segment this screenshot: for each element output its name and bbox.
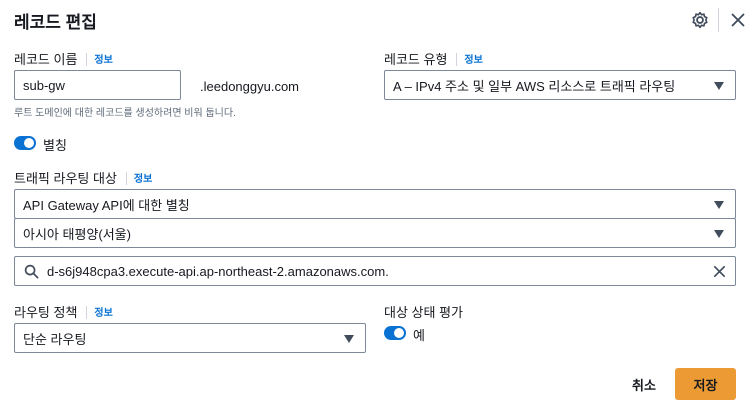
routing-policy-select[interactable]: 단순 라우팅: [14, 323, 366, 353]
traffic-target-label-text: 트래픽 라우팅 대상: [14, 171, 117, 186]
region-select[interactable]: 아시아 태평양(서울): [14, 218, 736, 248]
header-divider: [718, 8, 719, 32]
record-name-label-text: 레코드 이름: [14, 52, 78, 67]
modal-title: 레코드 편집: [14, 13, 97, 32]
save-button[interactable]: 저장: [675, 368, 736, 400]
caret-down-icon: [344, 335, 354, 343]
traffic-target-label: 트래픽 라우팅 대상 정보: [14, 168, 152, 187]
caret-down-icon: [714, 201, 724, 209]
record-type-select[interactable]: A – IPv4 주소 및 일부 AWS 리소스로 트래픽 라우팅: [384, 70, 736, 100]
traffic-target-info-link[interactable]: 정보: [134, 174, 152, 185]
record-name-field[interactable]: [14, 70, 181, 100]
record-name-label: 레코드 이름 정보: [14, 49, 113, 68]
endpoint-input[interactable]: [47, 263, 703, 279]
caret-down-icon: [714, 230, 724, 238]
endpoint-search-field[interactable]: [14, 256, 736, 286]
gear-icon[interactable]: [689, 9, 711, 31]
region-value: 아시아 태평양(서울): [23, 226, 131, 242]
endpoint-type-value: API Gateway API에 대한 별칭: [23, 197, 190, 213]
routing-policy-label: 라우팅 정책 정보: [14, 302, 113, 321]
health-toggle[interactable]: [384, 326, 406, 340]
record-type-value: A – IPv4 주소 및 일부 AWS 리소스로 트래픽 라우팅: [393, 78, 676, 94]
alias-toggle[interactable]: [14, 136, 36, 150]
record-name-hint: 루트 도메인에 대한 레코드를 생성하려면 비워 둡니다.: [14, 108, 236, 119]
health-toggle-label: 예: [413, 328, 425, 343]
routing-policy-info-link[interactable]: 정보: [94, 308, 112, 319]
clear-icon[interactable]: [712, 264, 727, 279]
caret-down-icon: [714, 82, 724, 90]
health-label: 대상 상태 평가: [384, 305, 463, 320]
cancel-button[interactable]: 취소: [622, 368, 666, 400]
record-name-input[interactable]: [23, 77, 172, 93]
routing-policy-value: 단순 라우팅: [23, 331, 87, 347]
record-type-label-text: 레코드 유형: [384, 52, 448, 67]
record-type-info-link[interactable]: 정보: [464, 55, 482, 66]
domain-suffix: .leedonggyu.com: [200, 79, 300, 94]
close-icon[interactable]: [727, 9, 749, 31]
alias-label: 별칭: [43, 138, 67, 153]
endpoint-type-select[interactable]: API Gateway API에 대한 별칭: [14, 189, 736, 219]
search-icon: [24, 264, 39, 279]
routing-policy-label-text: 라우팅 정책: [14, 305, 78, 320]
record-name-info-link[interactable]: 정보: [94, 55, 112, 66]
record-type-label: 레코드 유형 정보: [384, 49, 483, 68]
